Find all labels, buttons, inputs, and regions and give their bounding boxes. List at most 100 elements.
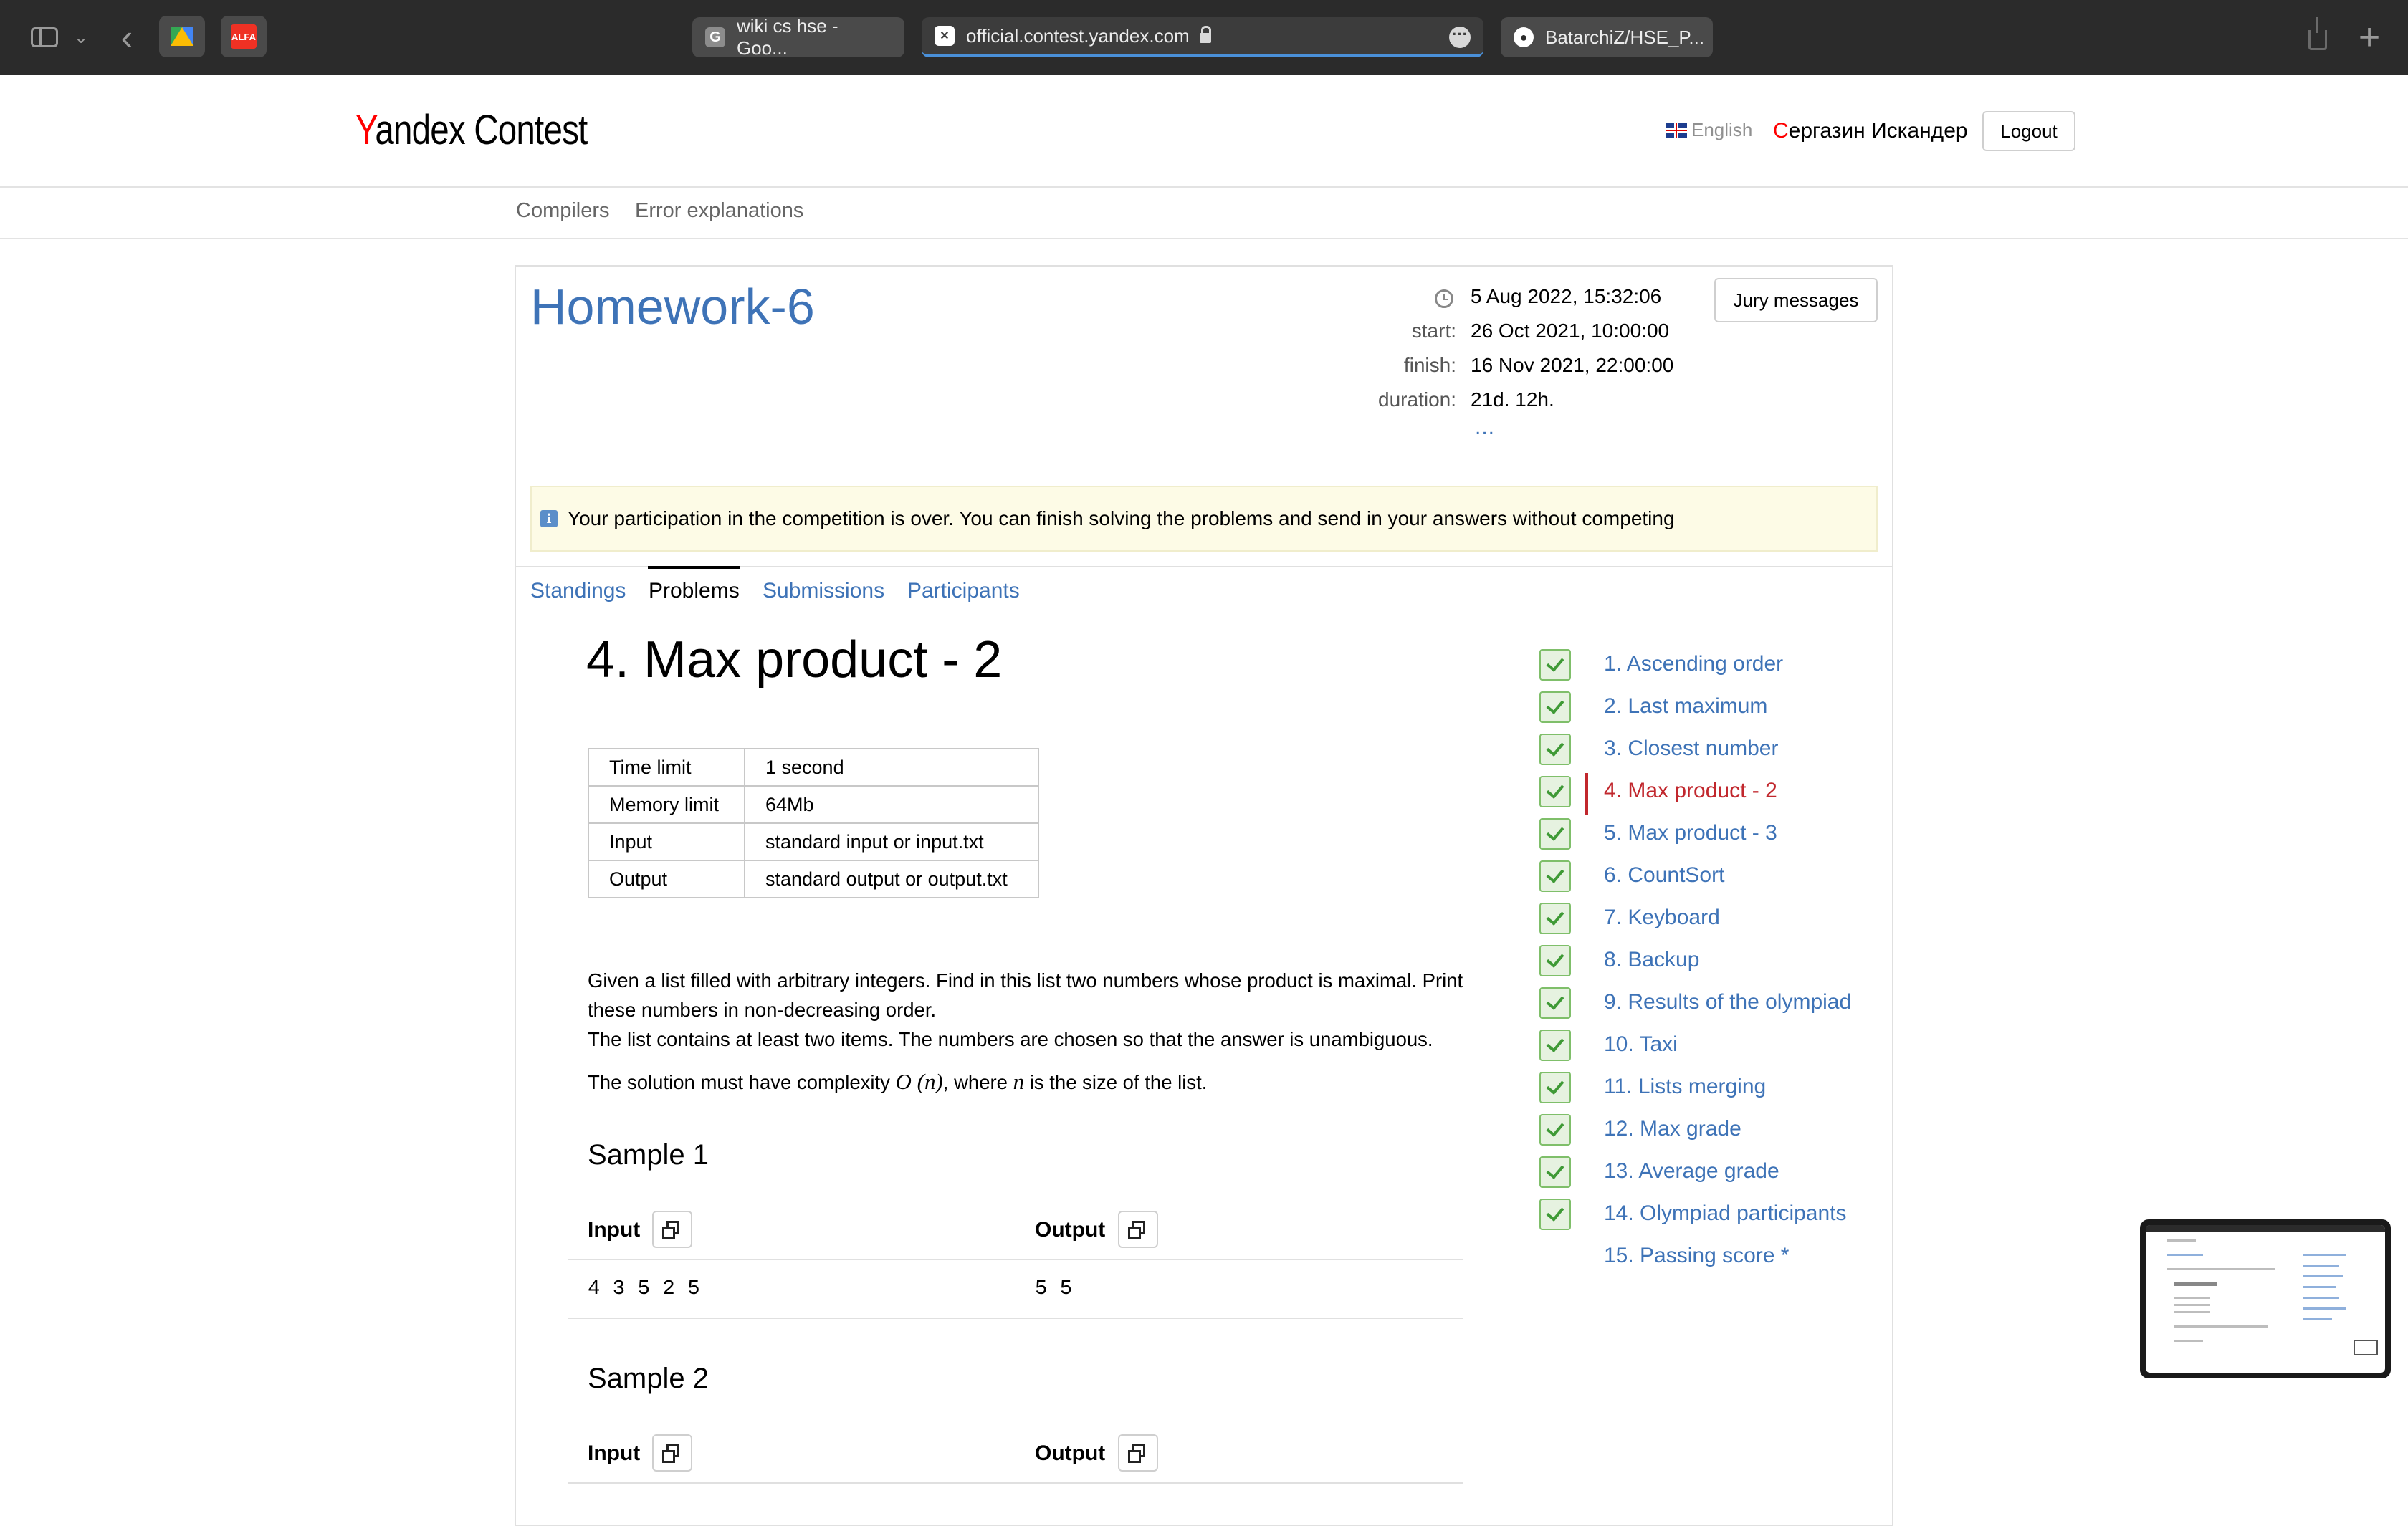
limit-key: Memory limit	[588, 785, 745, 824]
problem-link[interactable]: 4. Max product - 2	[1604, 779, 1777, 803]
uk-flag-icon	[1666, 122, 1687, 138]
sample-divider	[568, 1318, 1463, 1319]
notice-text: Your participation in the competition is…	[568, 507, 1675, 529]
checkmark-icon	[1539, 1199, 1571, 1230]
tab-standings[interactable]: Standings	[530, 579, 626, 603]
problem-list-item[interactable]: 7. Keyboard	[1539, 900, 1883, 941]
limit-value: standard input or input.txt	[744, 822, 1039, 861]
problem-list-item[interactable]: 1. Ascending order	[1539, 646, 1883, 688]
jury-messages-button[interactable]: Jury messages	[1714, 278, 1878, 322]
start-time: 26 Oct 2021, 10:00:00	[1471, 320, 1670, 342]
checkmark-icon	[1539, 1114, 1571, 1146]
google-drive-icon	[171, 27, 194, 46]
contest-favicon-icon: ✕	[935, 26, 955, 46]
copy-input-icon[interactable]	[652, 1211, 692, 1248]
limit-value: standard output or output.txt	[744, 860, 1039, 898]
sample-divider	[568, 1259, 1463, 1260]
problem-link[interactable]: 15. Passing score *	[1604, 1244, 1789, 1268]
problem-list-item[interactable]: 5. Max product - 3	[1539, 815, 1883, 857]
problem-list-item-current[interactable]: 4. Max product - 2	[1539, 773, 1883, 815]
problem-link[interactable]: 1. Ascending order	[1604, 652, 1783, 676]
alfa-bank-icon: ALFA	[231, 24, 257, 49]
sample-output-value: 5 5	[1035, 1277, 1073, 1300]
logout-button[interactable]: Logout	[1982, 111, 2075, 151]
problem-title: 4. Max product - 2	[586, 631, 1003, 688]
github-icon: ●	[1514, 27, 1534, 47]
sample-output-label: Output	[1035, 1218, 1106, 1242]
problem-link[interactable]: 8. Backup	[1604, 948, 1699, 972]
problem-link[interactable]: 2. Last maximum	[1604, 694, 1767, 719]
table-row: Input standard input or input.txt	[588, 822, 1039, 861]
problem-link[interactable]: 9. Results of the olympiad	[1604, 990, 1851, 1014]
pinned-tab-alfa-bank[interactable]: ALFA	[221, 16, 267, 57]
checkmark-icon	[1539, 734, 1571, 765]
duration-value: 21d. 12h.	[1471, 388, 1554, 411]
tab-problems[interactable]: Problems	[649, 579, 740, 603]
limit-key: Time limit	[588, 748, 745, 787]
new-tab-plus-icon[interactable]: +	[2349, 16, 2389, 59]
table-row: Output standard output or output.txt	[588, 860, 1039, 898]
problem-list-item[interactable]: 8. Backup	[1539, 942, 1883, 984]
back-arrow-icon[interactable]: ‹	[108, 16, 146, 59]
problem-list-item[interactable]: 10. Taxi	[1539, 1027, 1883, 1068]
copy-input-icon[interactable]	[652, 1434, 692, 1472]
chevron-down-icon[interactable]: ⌄	[70, 16, 92, 59]
problem-list-item[interactable]: 12. Max grade	[1539, 1111, 1883, 1153]
tab-participants[interactable]: Participants	[907, 579, 1020, 603]
problem-link[interactable]: 7. Keyboard	[1604, 906, 1720, 930]
contest-title: Homework-6	[530, 279, 815, 335]
user-name[interactable]: Сергазин Искандер	[1773, 119, 1968, 143]
sidebar-toggle-icon[interactable]	[24, 16, 64, 59]
browser-tab-github[interactable]: ● BatarchiZ/HSE_P...	[1501, 17, 1713, 57]
problem-link[interactable]: 5. Max product - 3	[1604, 821, 1777, 845]
lock-icon	[1199, 26, 1211, 43]
problem-link[interactable]: 3. Closest number	[1604, 736, 1778, 761]
more-options-icon[interactable]: ···	[1449, 27, 1471, 48]
language-switcher[interactable]: English	[1666, 119, 1752, 141]
problem-list-item[interactable]: 13. Average grade	[1539, 1153, 1883, 1195]
problem-list-item[interactable]: 15. Passing score *	[1539, 1238, 1883, 1280]
clock-icon	[1435, 289, 1453, 308]
problem-link[interactable]: 12. Max grade	[1604, 1117, 1742, 1141]
problem-list-item[interactable]: 6. CountSort	[1539, 858, 1883, 899]
pinned-tab-google-drive[interactable]	[159, 16, 205, 57]
tab-submissions[interactable]: Submissions	[763, 579, 884, 603]
problem-link[interactable]: 6. CountSort	[1604, 863, 1724, 888]
yandex-contest-logo[interactable]: Yandex Contest	[355, 106, 588, 154]
problem-link[interactable]: 11. Lists merging	[1604, 1075, 1766, 1099]
limits-table: Time limit 1 second Memory limit 64Mb In…	[588, 748, 1039, 898]
problem-list-item[interactable]: 14. Olympiad participants	[1539, 1196, 1883, 1237]
sample-divider	[568, 1482, 1463, 1484]
problem-list-item[interactable]: 11. Lists merging	[1539, 1069, 1883, 1110]
nav-link-error-explanations[interactable]: Error explanations	[635, 199, 803, 223]
nav-link-compilers[interactable]: Compilers	[516, 199, 610, 223]
problem-link[interactable]: 14. Olympiad participants	[1604, 1201, 1847, 1226]
more-info-link[interactable]: ...	[1475, 416, 1495, 440]
participation-notice: i Your participation in the competition …	[530, 486, 1878, 552]
start-label: start:	[1411, 320, 1456, 342]
tab-title: BatarchiZ/HSE_P...	[1545, 26, 1705, 48]
checkmark-icon	[1539, 903, 1571, 934]
browser-tab-wiki[interactable]: G wiki cs hse - Goo...	[692, 15, 904, 59]
header-divider	[0, 186, 2408, 188]
limit-value: 1 second	[744, 748, 1039, 787]
current-time: 5 Aug 2022, 15:32:06	[1471, 285, 1662, 307]
sample-input-label: Input	[588, 1441, 641, 1465]
copy-output-icon[interactable]	[1118, 1211, 1158, 1248]
problem-list-item[interactable]: 3. Closest number	[1539, 731, 1883, 772]
copy-output-icon[interactable]	[1118, 1434, 1158, 1472]
problem-link[interactable]: 10. Taxi	[1604, 1032, 1678, 1057]
sample-input-label: Input	[588, 1218, 641, 1242]
limit-value: 64Mb	[744, 785, 1039, 824]
browser-tab-contest[interactable]: ✕ official.contest.yandex.com ···	[922, 17, 1484, 57]
address-bar-url[interactable]: official.contest.yandex.com	[966, 25, 1190, 47]
problem-list-item[interactable]: 2. Last maximum	[1539, 688, 1883, 730]
screenshot-thumbnail[interactable]	[2140, 1219, 2391, 1378]
problem-list-item[interactable]: 9. Results of the olympiad	[1539, 984, 1883, 1026]
problem-link[interactable]: 13. Average grade	[1604, 1159, 1779, 1184]
finish-label: finish:	[1403, 354, 1456, 376]
checkmark-icon	[1539, 1156, 1571, 1188]
thumbnail-preview	[2146, 1225, 2385, 1373]
share-icon[interactable]	[2298, 16, 2338, 59]
browser-toolbar: ⌄ ‹ ALFA G wiki cs hse - Goo... ✕ offici…	[0, 0, 2408, 75]
